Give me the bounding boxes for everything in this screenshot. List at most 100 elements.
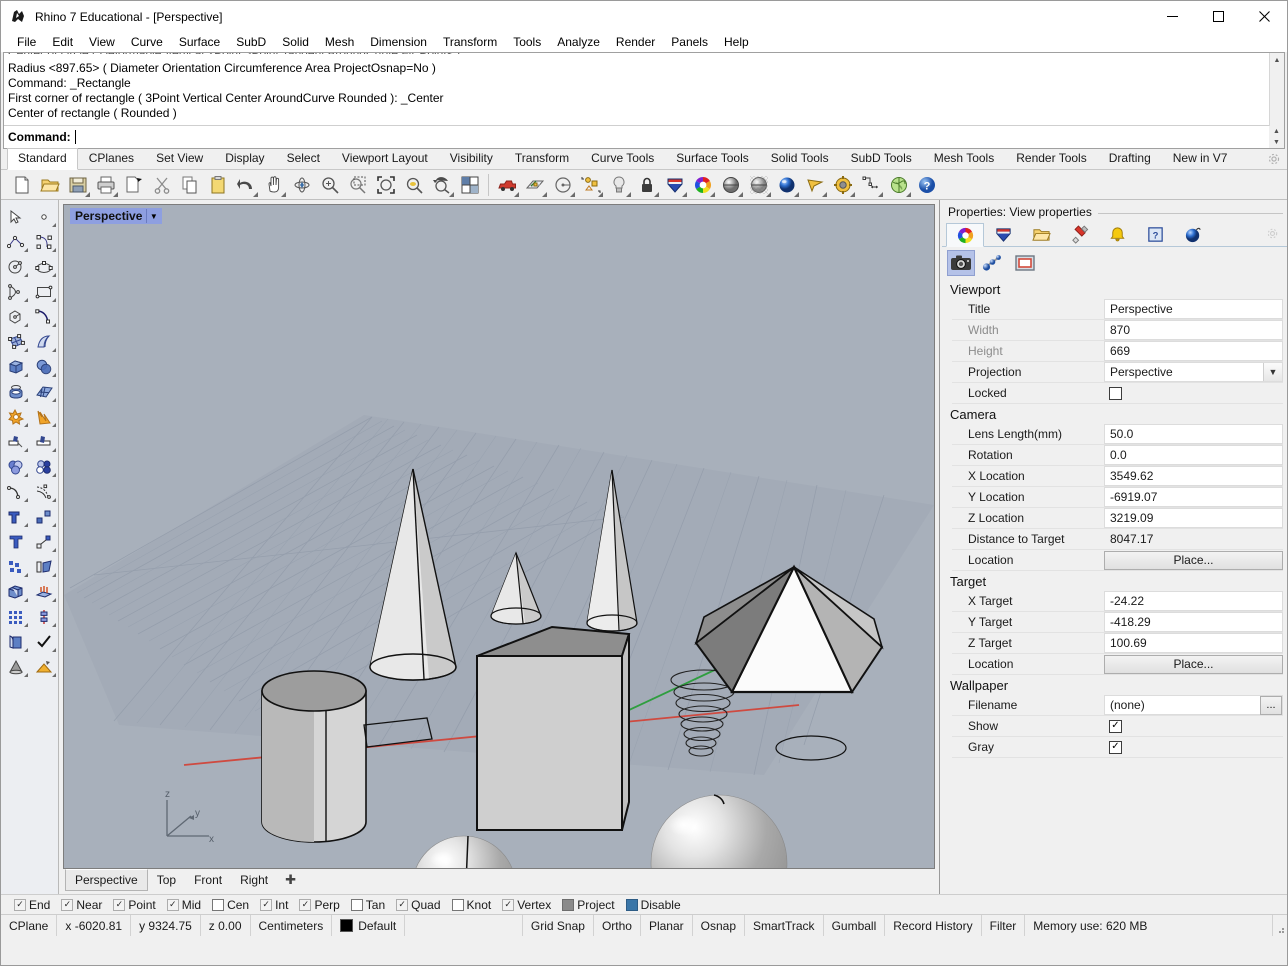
viewport-title-label[interactable]: Perspective ▼ [70, 208, 163, 224]
menu-transform[interactable]: Transform [435, 32, 505, 52]
toolbar-tab-solid-tools[interactable]: Solid Tools [760, 148, 840, 169]
command-prompt-spinner[interactable]: ▲ ▼ [1269, 126, 1284, 148]
osnap-disable[interactable]: Disable [621, 898, 686, 912]
lens-length-field[interactable]: 50.0 [1104, 424, 1283, 444]
control-point-curve-icon[interactable] [30, 229, 58, 254]
gear-settings-icon[interactable] [830, 172, 856, 198]
toolbar-tab-cplanes[interactable]: CPlanes [78, 148, 145, 169]
perspective-viewport[interactable]: Perspective ▼ z y x [63, 204, 935, 869]
pan-hand-icon[interactable] [261, 172, 287, 198]
open-file-icon[interactable] [37, 172, 63, 198]
render-mesh-icon[interactable] [30, 654, 58, 679]
scale-icon[interactable] [30, 504, 58, 529]
save-file-icon[interactable] [65, 172, 91, 198]
osnap-int[interactable]: ✓ Int [255, 898, 293, 912]
resize-grip[interactable] [1273, 915, 1287, 936]
check-mark-icon[interactable] [30, 629, 58, 654]
rotate-view-icon[interactable] [289, 172, 315, 198]
toolbar-tab-mesh-tools[interactable]: Mesh Tools [923, 148, 1005, 169]
chevron-down-icon[interactable]: ▼ [146, 209, 161, 223]
osnap-perp-checkbox[interactable]: ✓ [299, 898, 312, 911]
surface-sweep-icon[interactable] [30, 329, 58, 354]
toolbar-tab-viewport-layout[interactable]: Viewport Layout [331, 148, 439, 169]
viewport-layout-icon[interactable] [457, 172, 483, 198]
shaded-sphere-icon[interactable] [718, 172, 744, 198]
osnap-quad-checkbox[interactable]: ✓ [396, 898, 409, 911]
toolbar-tab-display[interactable]: Display [214, 148, 275, 169]
x-location-field[interactable]: 3549.62 [1104, 466, 1283, 486]
trim-icon[interactable] [2, 429, 30, 454]
close-button[interactable] [1241, 1, 1287, 32]
status-filter[interactable]: Filter [982, 915, 1026, 936]
properties-tab-notification[interactable] [1098, 222, 1136, 246]
text-object-icon[interactable] [2, 504, 30, 529]
viewport-tab-perspective[interactable]: Perspective [65, 868, 148, 891]
osnap-quad[interactable]: ✓ Quad [391, 898, 445, 912]
x-target-field[interactable]: -24.22 [1104, 591, 1283, 611]
camera-place-button[interactable]: Place... [1104, 550, 1283, 570]
wallpaper-gray-checkbox[interactable]: ✓ [1109, 740, 1122, 754]
toolbar-tab-new-in-v7[interactable]: New in V7 [1162, 148, 1239, 169]
z-location-field[interactable]: 3219.09 [1104, 508, 1283, 528]
prompt-down-icon[interactable]: ▼ [1269, 137, 1284, 148]
explode-icon[interactable] [2, 404, 30, 429]
properties-tab-render[interactable] [1174, 222, 1212, 246]
boolean-difference-icon[interactable] [30, 454, 58, 479]
color-wheel-icon[interactable] [690, 172, 716, 198]
status-cplane[interactable]: CPlane [1, 915, 58, 936]
paste-icon[interactable] [205, 172, 231, 198]
curve-blend-icon[interactable] [30, 304, 58, 329]
point-icon[interactable] [30, 204, 58, 229]
command-history[interactable]: Center of circle ( Deformable Vertical 2… [4, 53, 1284, 125]
car-render-icon[interactable] [494, 172, 520, 198]
link-subtab-button[interactable] [980, 251, 1006, 275]
osnap-knot[interactable]: Knot [447, 898, 497, 912]
menu-tools[interactable]: Tools [505, 32, 549, 52]
osnap-near-checkbox[interactable]: ✓ [61, 898, 74, 911]
toolbar-tab-visibility[interactable]: Visibility [439, 148, 504, 169]
wallpaper-filename-cell[interactable]: (none) ... [1104, 695, 1283, 715]
camera-subtab-button[interactable] [947, 250, 975, 276]
properties-tab-material[interactable] [1060, 222, 1098, 246]
add-viewport-tab-icon[interactable]: ✚ [285, 872, 296, 888]
viewport-tab-front[interactable]: Front [185, 870, 231, 890]
osnap-vertex-checkbox[interactable]: ✓ [502, 898, 515, 911]
offset-curve-icon[interactable] [30, 479, 58, 504]
menu-view[interactable]: View [81, 32, 123, 52]
select-arrow-icon[interactable] [802, 172, 828, 198]
world-globe-icon[interactable] [886, 172, 912, 198]
wallpaper-gray-cell[interactable]: ✓ [1104, 737, 1283, 757]
dimension-icon[interactable] [858, 172, 884, 198]
toolbar-tab-render-tools[interactable]: Render Tools [1005, 148, 1098, 169]
light-bulb-icon[interactable] [606, 172, 632, 198]
properties-tab-help[interactable]: ? [1136, 222, 1174, 246]
y-location-field[interactable]: -6919.07 [1104, 487, 1283, 507]
osnap-point[interactable]: ✓ Point [108, 898, 160, 912]
boolean-union-icon[interactable] [2, 454, 30, 479]
new-file-icon[interactable] [9, 172, 35, 198]
status-units[interactable]: Centimeters [251, 915, 333, 936]
properties-tab-object[interactable] [946, 223, 984, 247]
scale-2d-icon[interactable] [30, 529, 58, 554]
ghosted-sphere-icon[interactable] [746, 172, 772, 198]
z-target-field[interactable]: 100.69 [1104, 633, 1283, 653]
arc-icon[interactable] [2, 279, 30, 304]
osnap-tan-checkbox[interactable] [350, 898, 363, 911]
projection-select[interactable]: Perspective ▼ [1104, 362, 1283, 382]
osnap-end-checkbox[interactable]: ✓ [14, 898, 26, 911]
array-icon[interactable] [2, 604, 30, 629]
status-smarttrack[interactable]: SmartTrack [745, 915, 824, 936]
menu-subd[interactable]: SubD [228, 32, 274, 52]
copy-icon[interactable] [177, 172, 203, 198]
unroll-surface-icon[interactable] [2, 579, 30, 604]
analyze-circle-icon[interactable] [550, 172, 576, 198]
rectangle-icon[interactable] [30, 279, 58, 304]
status-planar[interactable]: Planar [641, 915, 693, 936]
status-grid-snap[interactable]: Grid Snap [523, 915, 594, 936]
menu-dimension[interactable]: Dimension [362, 32, 435, 52]
print-icon[interactable] [93, 172, 119, 198]
status-record-history[interactable]: Record History [885, 915, 982, 936]
status-layer[interactable]: Default [332, 915, 406, 936]
osnap-mid[interactable]: ✓ Mid [162, 898, 206, 912]
viewport-scene[interactable] [64, 205, 934, 869]
